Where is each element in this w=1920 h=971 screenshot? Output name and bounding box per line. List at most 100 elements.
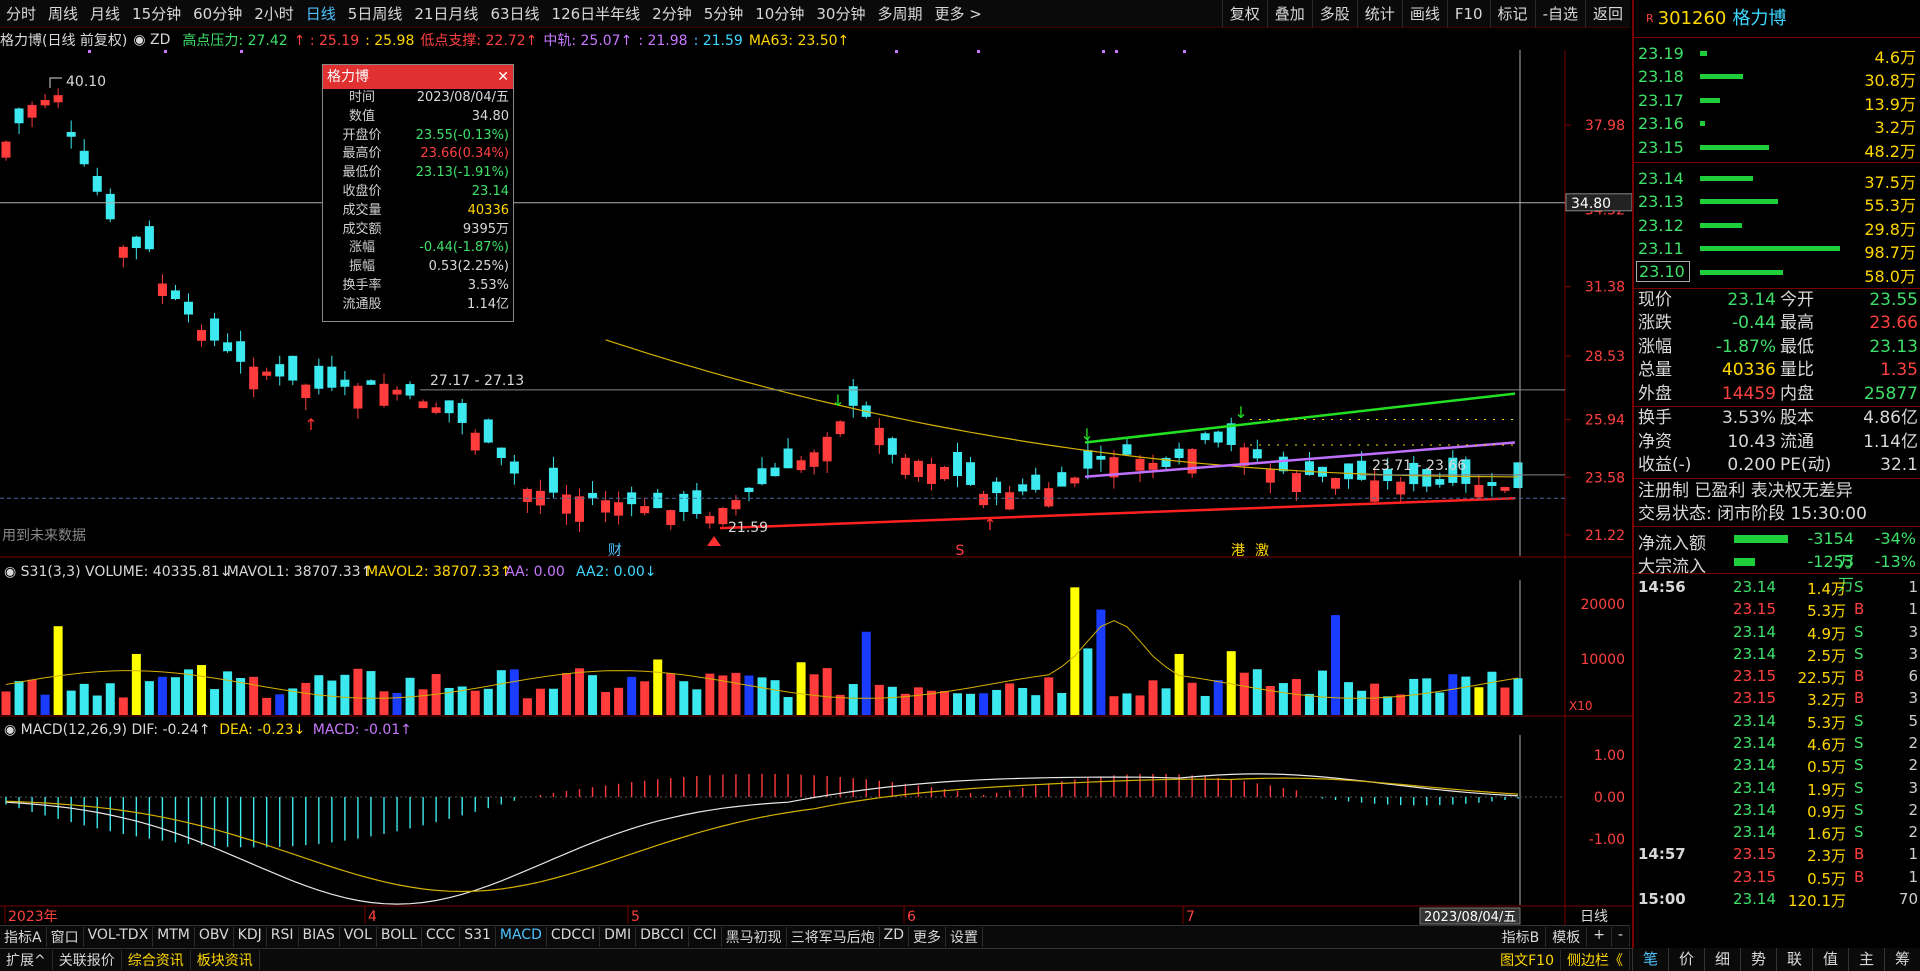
- ask-volume: 30.8万: [1864, 71, 1916, 91]
- ask-row[interactable]: 23.18 30.8万: [1634, 65, 1920, 91]
- toolbar-button-0[interactable]: 复权: [1221, 0, 1267, 28]
- indicator-button-17[interactable]: 黑马初现: [722, 927, 787, 947]
- extension-button-2[interactable]: 综合资讯: [122, 950, 191, 970]
- indicator-right-button-3[interactable]: -: [1612, 927, 1630, 947]
- bid-row[interactable]: 23.13 55.3万: [1634, 190, 1920, 215]
- volume-bar: [1435, 692, 1445, 715]
- toolbar-button-7[interactable]: -自选: [1534, 0, 1585, 28]
- tab-period-9[interactable]: 63日线: [484, 0, 545, 28]
- toolbar-button-5[interactable]: F10: [1446, 0, 1490, 28]
- indicator-button-21[interactable]: 设置: [946, 927, 983, 947]
- toolbar-button-1[interactable]: 叠加: [1266, 0, 1312, 28]
- indicator-button-13[interactable]: CDCCI: [547, 927, 601, 947]
- extension-button-1[interactable]: 关联报价: [53, 950, 122, 970]
- extension-button-0[interactable]: 扩展^: [0, 950, 53, 970]
- ask-row[interactable]: 23.17 13.9万: [1634, 89, 1920, 114]
- tab-period-8[interactable]: 21日月线: [408, 0, 484, 28]
- quote-tab-6[interactable]: 主: [1848, 948, 1884, 971]
- indicator-button-2[interactable]: VOL-TDX: [84, 927, 154, 947]
- kline-chart[interactable]: 37.9834.5231.3828.5325.9423.5821.2234.80…: [0, 50, 1632, 925]
- indicator-right-button-0[interactable]: 指标B: [1496, 927, 1547, 947]
- bid-row[interactable]: 23.12 29.8万: [1634, 214, 1920, 239]
- ask-row[interactable]: 23.19 4.6万: [1634, 42, 1920, 67]
- indicator-button-4[interactable]: OBV: [195, 927, 234, 947]
- tick-row: 23.14 4.9万 S 3: [1634, 621, 1920, 643]
- volume-bar: [1422, 678, 1432, 715]
- toolbar-button-8[interactable]: 返回: [1584, 0, 1630, 28]
- quote-tab-0[interactable]: 笔: [1632, 948, 1668, 971]
- ask-row[interactable]: 23.15 48.2万: [1634, 136, 1920, 161]
- indicator-right-button-1[interactable]: 模板: [1546, 927, 1588, 947]
- indicator-button-16[interactable]: CCI: [689, 927, 722, 947]
- indicator-button-1[interactable]: 窗口: [47, 927, 84, 947]
- month-label: 6: [907, 909, 916, 925]
- close-icon[interactable]: ✕: [497, 65, 509, 89]
- volume-bar: [861, 631, 871, 715]
- indicator-button-20[interactable]: 更多: [909, 927, 946, 947]
- volume-bar: [1448, 674, 1458, 715]
- quote-tab-1[interactable]: 价: [1668, 948, 1704, 971]
- indicator-button-8[interactable]: VOL: [340, 927, 377, 947]
- indicator-button-11[interactable]: S31: [460, 927, 496, 947]
- tick-side: S: [1854, 756, 1864, 775]
- quote-tab-4[interactable]: 联: [1776, 948, 1812, 971]
- tick-price: 23.14: [1733, 823, 1776, 842]
- bid-row[interactable]: 23.10 58.0万: [1634, 260, 1920, 286]
- tab-period-13[interactable]: 10分钟: [749, 0, 810, 28]
- signal-dot: [1115, 50, 1118, 53]
- indicator-button-12[interactable]: MACD: [496, 927, 547, 947]
- indicator-button-15[interactable]: DBCCI: [636, 927, 689, 947]
- extension-right-button-0[interactable]: 图文F10: [1494, 950, 1561, 970]
- tab-period-4[interactable]: 60分钟: [187, 0, 248, 28]
- bid-book: 23.14 37.5万 23.13 55.3万 23.12 29.8万 23.11 98.7万…: [1634, 167, 1920, 286]
- tooltip-key: 成交量: [342, 202, 382, 218]
- tab-period-15[interactable]: 多周期: [871, 0, 928, 28]
- extension-right-button-1[interactable]: 侧边栏《: [1561, 950, 1630, 970]
- indicator-right-button-2[interactable]: +: [1587, 927, 1612, 947]
- tab-period-0[interactable]: 分时: [0, 0, 42, 28]
- tab-period-2[interactable]: 月线: [84, 0, 126, 28]
- toolbar-button-4[interactable]: 画线: [1401, 0, 1447, 28]
- indicator-button-6[interactable]: RSI: [267, 927, 299, 947]
- quote-tab-3[interactable]: 势: [1740, 948, 1776, 971]
- tick-list: 14:56 23.14 1.4万 S 1 23.15 5.3万 B 1 23.14 4.9万 S 3 23…: [1634, 572, 1920, 910]
- tick-row: 23.14 0.9万 S 2: [1634, 799, 1920, 821]
- tab-period-1[interactable]: 周线: [42, 0, 84, 28]
- extension-button-3[interactable]: 板块资讯: [191, 950, 260, 970]
- ask-row[interactable]: 23.16 3.2万: [1634, 112, 1920, 137]
- toolbar-button-2[interactable]: 多股: [1311, 0, 1357, 28]
- tab-period-7[interactable]: 5日周线: [342, 0, 409, 28]
- volume-bar: [40, 694, 50, 715]
- tab-period-6[interactable]: 日线: [300, 0, 342, 28]
- bid-row[interactable]: 23.11 98.7万: [1634, 237, 1920, 262]
- quote-tab-7[interactable]: 筹: [1884, 948, 1920, 971]
- macd-header-0: ◉ MACD(12,26,9) DIF: -0.24↑: [4, 722, 210, 738]
- indicator-button-0[interactable]: 指标A: [0, 927, 47, 947]
- tab-period-16[interactable]: 更多 >: [928, 0, 987, 28]
- indicator-button-19[interactable]: ZD: [880, 927, 909, 947]
- tab-period-5[interactable]: 2小时: [248, 0, 300, 28]
- tab-period-10[interactable]: 126日半年线: [546, 0, 647, 28]
- zd-indicator-toggle[interactable]: ◉ ZD: [133, 32, 176, 48]
- indicator-button-3[interactable]: MTM: [153, 927, 195, 947]
- tab-period-11[interactable]: 2分钟: [646, 0, 698, 28]
- indicator-button-5[interactable]: KDJ: [234, 927, 267, 947]
- volume-bar: [1331, 615, 1341, 715]
- indicator-button-18[interactable]: 三将军马后炮: [787, 927, 880, 947]
- period-label[interactable]: 日线: [1580, 909, 1608, 925]
- toolbar-button-3[interactable]: 统计: [1356, 0, 1402, 28]
- tab-period-3[interactable]: 15分钟: [126, 0, 187, 28]
- bid-row[interactable]: 23.14 37.5万: [1634, 167, 1920, 192]
- quote-tab-2[interactable]: 细: [1704, 948, 1740, 971]
- indicator-value-2: : 25.98: [365, 33, 415, 49]
- toolbar-button-6[interactable]: 标记: [1489, 0, 1535, 28]
- indicator-button-10[interactable]: CCC: [422, 927, 461, 947]
- indicator-button-14[interactable]: DMI: [600, 927, 637, 947]
- indicator-button-9[interactable]: BOLL: [377, 927, 422, 947]
- tab-period-12[interactable]: 5分钟: [698, 0, 750, 28]
- tab-period-14[interactable]: 30分钟: [810, 0, 871, 28]
- candle-body: [288, 355, 298, 381]
- quote-tab-5[interactable]: 值: [1812, 948, 1848, 971]
- candle-body: [1396, 481, 1406, 495]
- indicator-button-7[interactable]: BIAS: [299, 927, 340, 947]
